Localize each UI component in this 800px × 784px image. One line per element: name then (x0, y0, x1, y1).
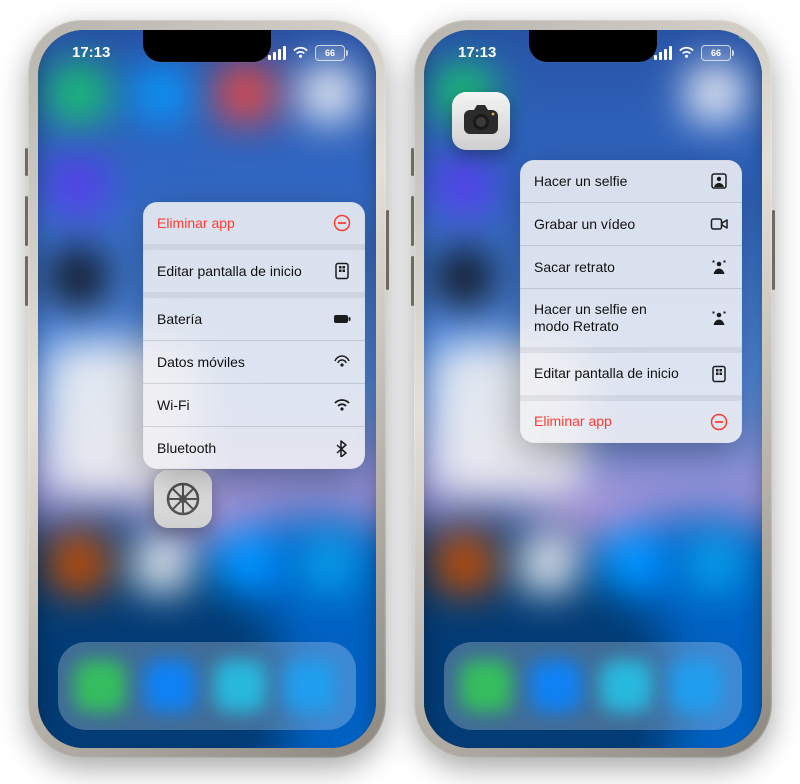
menu-item-label: Eliminar app (157, 215, 323, 232)
dock (444, 642, 742, 730)
status-time: 17:13 (72, 44, 110, 61)
privacy-indicator (739, 34, 744, 39)
wifi-status-icon (678, 44, 695, 61)
menu-item-delete[interactable]: Eliminar app (520, 395, 742, 443)
menu-item-label: Editar pantalla de inicio (534, 365, 700, 382)
portrait-icon (710, 258, 728, 276)
menu-item-label: Eliminar app (534, 413, 700, 430)
menu-item-label: Datos móviles (157, 354, 323, 371)
app-icon-camera[interactable] (452, 92, 510, 150)
status-bar: 17:13 66 (38, 42, 376, 72)
menu-item-label: Wi-Fi (157, 397, 323, 414)
menu-item-delete[interactable]: Eliminar app (143, 202, 365, 244)
menu-item-label: Editar pantalla de inicio (157, 263, 323, 280)
menu-item-label: Grabar un vídeo (534, 216, 700, 233)
phone-frame-right: 17:13 66 Hacer un selfie Grabar un vídeo S… (414, 20, 772, 758)
screen: 17:13 66 Eliminar app Editar pantalla de … (38, 30, 376, 748)
cellular-icon (333, 353, 351, 371)
power-button (386, 210, 389, 290)
menu-item-selfie[interactable]: Hacer un selfie (520, 160, 742, 202)
menu-item-battery[interactable]: Batería (143, 292, 365, 340)
menu-item-label: Hacer un selfie en modo Retrato (534, 301, 700, 335)
status-bar: 17:13 66 (424, 42, 762, 72)
battery-status-icon: 66 (701, 45, 734, 61)
context-menu: Hacer un selfie Grabar un vídeo Sacar retr… (520, 160, 742, 443)
power-button (772, 210, 775, 290)
bluetooth-icon (333, 439, 351, 457)
menu-item-label: Bluetooth (157, 440, 323, 457)
phone-frame-left: 17:13 66 Eliminar app Editar pantalla de … (28, 20, 386, 758)
menu-item-edit-home[interactable]: Editar pantalla de inicio (520, 347, 742, 395)
menu-item-portrait[interactable]: Sacar retrato (520, 245, 742, 288)
context-menu: Eliminar app Editar pantalla de inicio Bat… (143, 202, 365, 469)
menu-item-cellular[interactable]: Datos móviles (143, 340, 365, 383)
edit-home-icon (333, 262, 351, 280)
screen: 17:13 66 Hacer un selfie Grabar un vídeo S… (424, 30, 762, 748)
status-time: 17:13 (458, 44, 496, 61)
delete-icon (710, 413, 728, 431)
menu-item-video[interactable]: Grabar un vídeo (520, 202, 742, 245)
menu-item-label: Sacar retrato (534, 259, 700, 276)
portrait-selfie-icon (710, 309, 728, 327)
menu-item-edit-home[interactable]: Editar pantalla de inicio (143, 244, 365, 292)
app-icon-settings[interactable] (154, 470, 212, 528)
menu-item-portrait-selfie[interactable]: Hacer un selfie en modo Retrato (520, 288, 742, 347)
volume-down-button (411, 256, 414, 306)
menu-item-wifi[interactable]: Wi-Fi (143, 383, 365, 426)
menu-item-label: Batería (157, 311, 323, 328)
volume-down-button (25, 256, 28, 306)
selfie-icon (710, 172, 728, 190)
battery-status-icon: 66 (315, 45, 348, 61)
volume-up-button (25, 196, 28, 246)
mute-switch (411, 148, 414, 176)
mute-switch (25, 148, 28, 176)
wifi-icon (333, 396, 351, 414)
signal-icon (654, 46, 672, 60)
menu-item-label: Hacer un selfie (534, 173, 700, 190)
menu-item-bluetooth[interactable]: Bluetooth (143, 426, 365, 469)
settings-icon (163, 479, 203, 519)
video-icon (710, 215, 728, 233)
dock (58, 642, 356, 730)
camera-icon (461, 101, 501, 141)
wifi-status-icon (292, 44, 309, 61)
volume-up-button (411, 196, 414, 246)
battery-icon (333, 310, 351, 328)
edit-home-icon (710, 365, 728, 383)
signal-icon (268, 46, 286, 60)
delete-icon (333, 214, 351, 232)
